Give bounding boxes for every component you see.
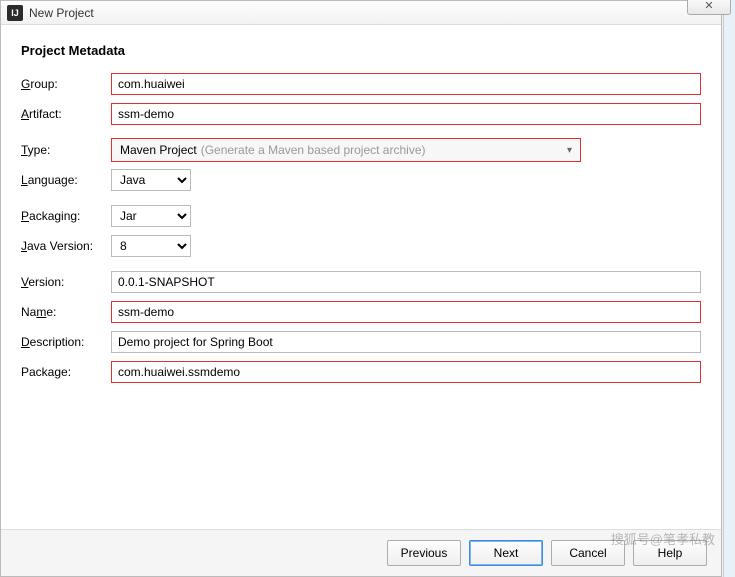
row-description: Description: bbox=[21, 330, 701, 354]
content-area: Project Metadata Group: Artifact: Type: … bbox=[1, 25, 721, 529]
close-button[interactable]: ✕ bbox=[687, 0, 731, 15]
label-type: Type: bbox=[21, 143, 111, 157]
row-package: Package: bbox=[21, 360, 701, 384]
description-input[interactable] bbox=[111, 331, 701, 353]
version-input[interactable] bbox=[111, 271, 701, 293]
label-packaging: Packaging: bbox=[21, 209, 111, 223]
type-value: Maven Project bbox=[120, 143, 197, 157]
group-input[interactable] bbox=[111, 73, 701, 95]
artifact-input[interactable] bbox=[111, 103, 701, 125]
type-hint: (Generate a Maven based project archive) bbox=[201, 143, 426, 157]
label-name: Name: bbox=[21, 305, 111, 319]
previous-button[interactable]: Previous bbox=[387, 540, 461, 566]
label-version: Version: bbox=[21, 275, 111, 289]
name-input[interactable] bbox=[111, 301, 701, 323]
row-packaging: Packaging: Jar bbox=[21, 204, 701, 228]
app-icon: IJ bbox=[7, 5, 23, 21]
row-version: Version: bbox=[21, 270, 701, 294]
type-select[interactable]: Maven Project (Generate a Maven based pr… bbox=[111, 138, 581, 162]
close-icon: ✕ bbox=[704, 0, 713, 12]
label-group: Group: bbox=[21, 77, 111, 91]
label-artifact: Artifact: bbox=[21, 107, 111, 121]
label-package: Package: bbox=[21, 365, 111, 379]
cancel-button[interactable]: Cancel bbox=[551, 540, 625, 566]
side-strip bbox=[723, 0, 735, 577]
titlebar: IJ New Project ✕ bbox=[1, 1, 721, 25]
chevron-down-icon: ▾ bbox=[567, 145, 572, 156]
row-type: Type: Maven Project (Generate a Maven ba… bbox=[21, 138, 701, 162]
row-name: Name: bbox=[21, 300, 701, 324]
dialog-window: IJ New Project ✕ Project Metadata Group:… bbox=[0, 0, 722, 577]
help-button[interactable]: Help bbox=[633, 540, 707, 566]
label-language: Language: bbox=[21, 173, 111, 187]
row-artifact: Artifact: bbox=[21, 102, 701, 126]
row-language: Language: Java bbox=[21, 168, 701, 192]
next-button[interactable]: Next bbox=[469, 540, 543, 566]
footer: Previous Next Cancel Help bbox=[1, 529, 721, 576]
package-input[interactable] bbox=[111, 361, 701, 383]
packaging-select[interactable]: Jar bbox=[111, 205, 191, 227]
row-java-version: Java Version: 8 bbox=[21, 234, 701, 258]
language-select[interactable]: Java bbox=[111, 169, 191, 191]
row-group: Group: bbox=[21, 72, 701, 96]
label-java-version: Java Version: bbox=[21, 239, 111, 253]
label-description: Description: bbox=[21, 335, 111, 349]
section-title: Project Metadata bbox=[21, 43, 701, 58]
java-version-select[interactable]: 8 bbox=[111, 235, 191, 257]
window-title: New Project bbox=[29, 6, 94, 20]
